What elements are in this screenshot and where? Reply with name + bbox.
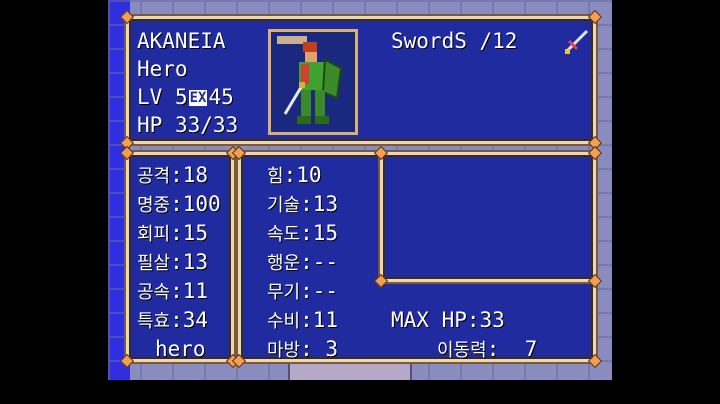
stat-row-defense: 수비:11 — [267, 308, 338, 334]
stat-label: 행운 — [267, 253, 301, 274]
stat-row-speed: 속도:15 — [267, 221, 338, 247]
stat-value: :13 — [300, 192, 339, 216]
weapon-name: SwordS — [391, 29, 467, 53]
stat-value: : 3 — [300, 337, 339, 361]
stat-value: :-- — [300, 250, 339, 274]
stat-value: :100 — [170, 192, 221, 216]
stat-value: :15 — [300, 221, 339, 245]
exp-label: EX — [188, 90, 208, 106]
stat-row-avoid: 회피:15 — [137, 221, 208, 247]
stat-row-attack: 공격:18 — [137, 163, 208, 189]
move-value: : 7 — [486, 337, 538, 361]
stat-row-attack-speed: 공속:11 — [137, 279, 208, 305]
stat-value: :11 — [300, 308, 339, 332]
max-hp-value: :33 — [466, 308, 505, 332]
stat-value: :18 — [170, 163, 209, 187]
unit-portrait — [268, 29, 358, 135]
stat-row-critical: 필살:13 — [137, 250, 208, 276]
empty-info-panel — [373, 145, 603, 289]
unit-class: Hero — [137, 57, 188, 81]
stat-row-resistance: 마방: 3 — [267, 337, 338, 363]
stat-row-weapon-level: 무기:-- — [267, 279, 338, 305]
special-effect-text: hero — [155, 337, 206, 361]
stat-label: 공속 — [137, 282, 171, 303]
unit-name: AKANEIA — [137, 29, 226, 53]
stat-value: :15 — [170, 221, 209, 245]
max-hp-row: MAX HP:33 — [391, 308, 505, 332]
stat-value: :11 — [170, 279, 209, 303]
stat-row-luck: 행운:-- — [267, 250, 338, 276]
level-row: LV 5 EX45 — [137, 85, 234, 109]
hp-row: HP 33/33 — [137, 113, 238, 137]
weapon-row: SwordS /12 — [391, 29, 517, 53]
stat-row-strength: 힘:10 — [267, 163, 322, 189]
unit-info-panel: AKANEIA Hero LV 5 EX45 HP 33/33 SwordS /1… — [119, 9, 603, 151]
sword-icon — [565, 29, 589, 54]
exp-value: 45 — [208, 85, 234, 109]
stat-label: 수비 — [267, 311, 301, 332]
stat-label: 필살 — [137, 253, 171, 274]
stat-label: 특효 — [137, 311, 171, 332]
hp-value: 33/33 — [174, 113, 239, 137]
max-hp-label: MAX HP — [391, 308, 467, 332]
weapon-uses: /12 — [479, 29, 518, 53]
stat-label: 무기 — [267, 282, 301, 303]
stat-label: 마방 — [267, 340, 301, 361]
stat-value: :34 — [170, 308, 209, 332]
stat-label: 공격 — [137, 166, 171, 187]
stat-row-effective: 특효:34 — [137, 308, 208, 334]
move-label: 이동력 — [437, 340, 487, 361]
stat-row-skill: 기술:13 — [267, 192, 338, 218]
hero-sprite — [271, 32, 355, 132]
stat-label: 명중 — [137, 195, 171, 216]
stat-value: :-- — [300, 279, 339, 303]
move-row: 이동력: 7 — [437, 337, 537, 363]
hp-label: HP — [137, 113, 163, 137]
combat-stats-panel: 공격:18 명중:100 회피:15 필살:13 공속:11 특효:34 her… — [119, 145, 241, 369]
stat-label: 회피 — [137, 224, 171, 245]
stat-value: :10 — [283, 163, 322, 187]
stat-label: 기술 — [267, 195, 301, 216]
level-value: 5 — [174, 85, 188, 109]
game-screen: AKANEIA Hero LV 5 EX45 HP 33/33 SwordS /1… — [108, 0, 612, 380]
stat-row-hit: 명중:100 — [137, 192, 221, 218]
stat-label: 속도 — [267, 224, 301, 245]
stat-value: :13 — [170, 250, 209, 274]
stat-label: 힘 — [267, 166, 284, 187]
level-label: LV — [137, 85, 163, 109]
